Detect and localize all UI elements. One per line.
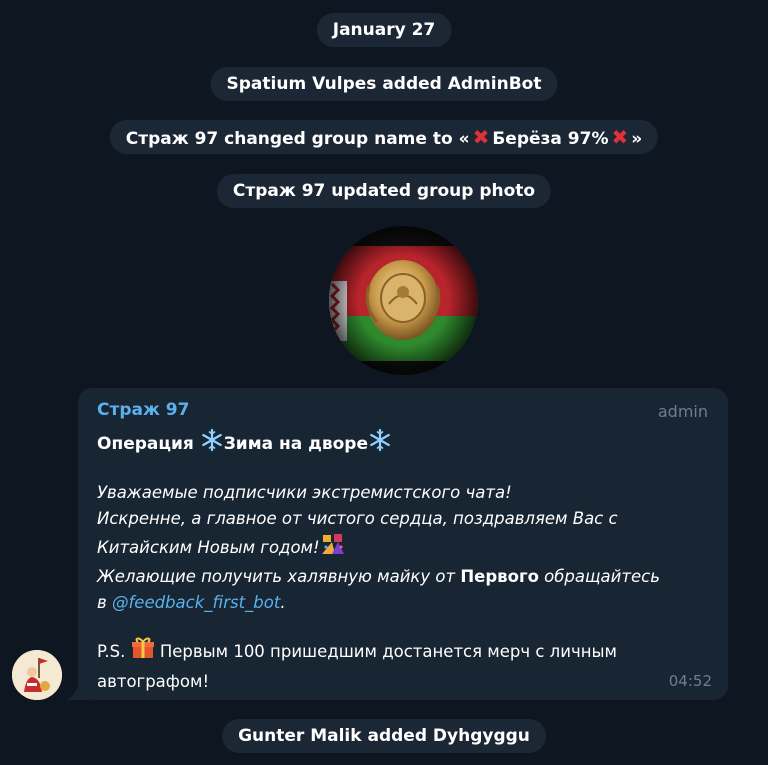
group-photo[interactable] — [329, 226, 478, 375]
service-message-group-rename: Страж 97 changed group name to «✖ Берёза … — [109, 120, 659, 154]
ps-text: автографом! — [97, 672, 210, 691]
message-time: 04:52 — [668, 672, 712, 690]
service-message-photo-update: Страж 97 updated group photo — [216, 174, 552, 208]
message-line: в @feedback_first_bot. — [97, 590, 712, 616]
bot-mention-link[interactable]: @feedback_first_bot — [112, 593, 280, 612]
avatar[interactable] — [12, 650, 62, 700]
message-postscript: P.S. Первым 100 пришедшим достанется мер… — [97, 636, 697, 695]
message-line: Искренне, а главное от чистого сердца, п… — [97, 506, 712, 532]
date-text: January 27 — [332, 20, 436, 40]
bold-text: Первого — [460, 567, 539, 586]
snowflake-icon — [200, 428, 224, 457]
gift-icon — [131, 636, 155, 668]
sender-name[interactable]: Страж 97 — [97, 400, 189, 420]
snowflake-icon — [368, 428, 392, 457]
celebration-icon — [320, 532, 346, 564]
service-message-added-user: Gunter Malik added Dyhgyggu — [222, 719, 546, 753]
date-separator: January 27 — [316, 13, 452, 47]
service-text: Spatium Vulpes added AdminBot — [226, 74, 542, 94]
message-line: Китайским Новым годом! — [97, 532, 712, 564]
message-text: Китайским Новым годом! — [97, 538, 320, 557]
admin-badge: admin — [657, 402, 708, 421]
service-message-added-admin: Spatium Vulpes added AdminBot — [210, 67, 558, 101]
message-title: Операция Зима на дворе — [97, 428, 392, 457]
service-text: Страж 97 updated group photo — [232, 181, 536, 201]
message-text: Желающие получить халявную майку от — [97, 567, 461, 586]
coat-of-arms-image — [329, 226, 478, 375]
message-body: Уважаемые подписчики экстремистского чат… — [97, 480, 712, 616]
ps-text: Первым 100 пришедшим достанется мерч с л… — [154, 642, 617, 661]
message-line: Уважаемые подписчики экстремистского чат… — [97, 480, 712, 506]
title-text: Операция — [97, 434, 200, 454]
message-line: Желающие получить халявную майку от Перв… — [97, 564, 712, 590]
red-cross-icon: ✖ — [472, 125, 490, 149]
title-text: Зима на дворе — [223, 434, 368, 454]
message-text: в — [97, 593, 112, 612]
avatar-image — [12, 650, 62, 700]
message-text: Уважаемые подписчики экстремистского чат… — [97, 483, 512, 502]
ps-text: P.S. — [97, 642, 131, 661]
service-text: Gunter Malik added Dyhgyggu — [238, 726, 530, 746]
message-bubble[interactable]: Страж 97 admin Операция Зима на дворе Ув… — [78, 388, 728, 700]
message-text: . — [280, 593, 286, 612]
group-name-text: Берёза 97% — [492, 129, 609, 149]
service-text: Страж 97 changed group name to « — [125, 129, 470, 149]
red-cross-icon: ✖ — [611, 125, 629, 149]
service-text: » — [631, 129, 643, 149]
message-text: обращайтесь — [538, 567, 660, 586]
message-text: Искренне, а главное от чистого сердца, п… — [97, 509, 618, 528]
